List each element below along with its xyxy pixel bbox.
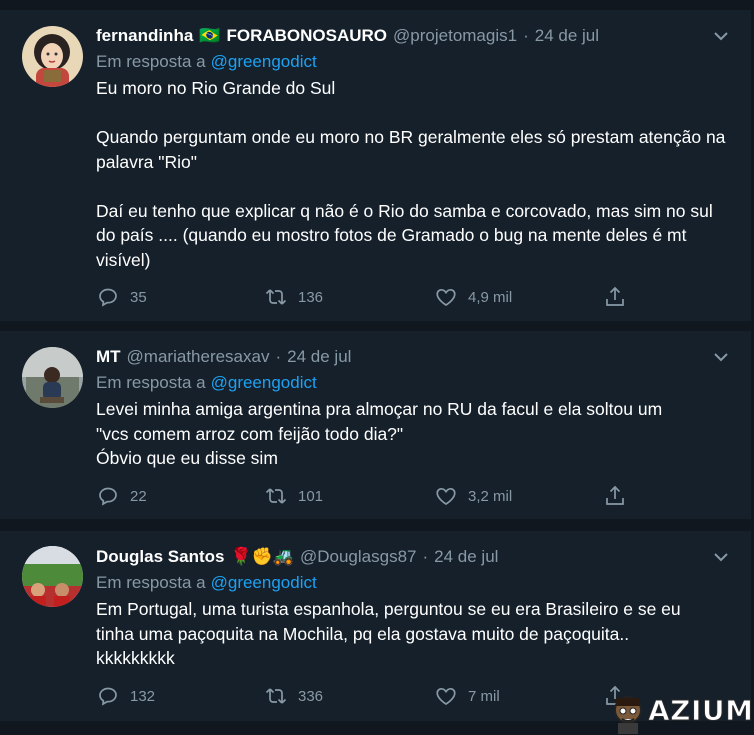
- like-button[interactable]: 4,9 mil: [434, 285, 512, 309]
- retweet-icon: [265, 289, 287, 305]
- tweet-line: "vcs comem arroz com feijão todo dia?": [96, 423, 404, 444]
- reply-icon: [99, 487, 117, 506]
- reply-to-link[interactable]: @greengodict: [211, 373, 317, 392]
- aziume-watermark: AZIUME: [606, 690, 754, 734]
- avatar[interactable]: [22, 26, 83, 87]
- tweet-text: Levei minha amiga argentina pra almoçar …: [96, 397, 736, 471]
- display-name[interactable]: fernandinha: [96, 26, 193, 46]
- reply-prefix: Em resposta a: [96, 573, 206, 592]
- avatar[interactable]: [22, 347, 83, 408]
- chevron-down-icon[interactable]: [713, 351, 729, 363]
- retweet-count: 136: [298, 288, 324, 306]
- tweet-actions: 35 136 4,9 mil: [96, 285, 656, 309]
- tweet-text: Em Portugal, uma turista espanhola, perg…: [96, 597, 736, 671]
- display-name[interactable]: Douglas Santos: [96, 547, 224, 567]
- reply-count: 35: [130, 288, 147, 306]
- tweet-date[interactable]: 24 de jul: [535, 26, 599, 46]
- retweet-icon: [265, 488, 287, 504]
- retweet-button[interactable]: 101: [264, 484, 323, 508]
- heart-icon: [436, 687, 456, 705]
- reply-prefix: Em resposta a: [96, 373, 206, 392]
- tweet[interactable]: fernandinha 🇧🇷 FORABONOSAURO @projetomag…: [0, 10, 751, 321]
- display-name[interactable]: MT: [96, 347, 121, 367]
- retweet-icon: [265, 688, 287, 704]
- tweet-line: Óbvio que eu disse sim: [96, 448, 278, 468]
- like-count: 3,2 mil: [468, 487, 513, 505]
- reply-context: Em resposta a @greengodict: [96, 52, 317, 72]
- display-name-suffix[interactable]: FORABONOSAURO: [226, 26, 387, 46]
- tweet-line: Em Portugal, uma turista espanhola, perg…: [96, 599, 681, 619]
- tweet-actions: 22 101 3,2 mil: [96, 484, 656, 508]
- chevron-down-icon[interactable]: [713, 551, 729, 563]
- user-handle[interactable]: @mariatheresaxav: [127, 347, 270, 367]
- separator: ·: [275, 347, 282, 366]
- avatar[interactable]: [22, 546, 83, 607]
- retweet-button[interactable]: 136: [264, 285, 323, 309]
- tweet-line: tinha uma paçoquita na Mochila, pq ela g…: [96, 623, 630, 644]
- share-button[interactable]: [603, 484, 637, 508]
- tweet-line: kkkkkkkkk: [96, 648, 175, 668]
- share-icon: [606, 485, 624, 505]
- reply-to-link[interactable]: @greengodict: [211, 52, 317, 71]
- reply-button[interactable]: 35: [96, 285, 147, 309]
- retweet-count: 336: [298, 687, 324, 705]
- share-icon: [606, 286, 624, 306]
- user-handle[interactable]: @Douglasgs87: [300, 547, 417, 567]
- retweet-button[interactable]: 336: [264, 684, 323, 708]
- tweet-header: fernandinha 🇧🇷 FORABONOSAURO @projetomag…: [96, 24, 599, 48]
- reply-count: 132: [130, 687, 156, 705]
- reply-to-link[interactable]: @greengodict: [211, 573, 317, 592]
- share-button[interactable]: [603, 285, 637, 309]
- reply-prefix: Em resposta a: [96, 52, 206, 71]
- tweet-header: MT @mariatheresaxav · 24 de jul: [96, 345, 351, 369]
- heart-icon: [436, 288, 456, 306]
- tweet-paragraph: Daí eu tenho que explicar q não é o Rio …: [96, 200, 713, 270]
- reply-icon: [99, 687, 117, 706]
- tweet-line: Levei minha amiga argentina pra almoçar …: [96, 399, 663, 419]
- like-count: 4,9 mil: [468, 288, 513, 306]
- user-handle[interactable]: @projetomagis1: [393, 26, 517, 46]
- tweet-paragraph: Eu moro no Rio Grande do Sul: [96, 78, 336, 98]
- like-button[interactable]: 3,2 mil: [434, 484, 512, 508]
- tweet-paragraph: Quando perguntam onde eu moro no BR gera…: [96, 127, 726, 172]
- like-button[interactable]: 7 mil: [434, 684, 500, 708]
- retweet-count: 101: [298, 487, 324, 505]
- tweet-header: Douglas Santos 🌹✊🚜 @Douglasgs87 · 24 de …: [96, 545, 498, 569]
- separator: ·: [422, 547, 429, 566]
- reply-count: 22: [130, 487, 147, 505]
- flag-emoji: 🇧🇷: [199, 26, 221, 45]
- reply-button[interactable]: 22: [96, 484, 147, 508]
- mascot-logo: [614, 696, 642, 734]
- reply-context: Em resposta a @greengodict: [96, 373, 317, 393]
- watermark-text: AZIUME: [647, 694, 754, 728]
- like-count: 7 mil: [468, 687, 500, 705]
- reply-context: Em resposta a @greengodict: [96, 573, 317, 593]
- display-name-emojis: 🌹✊🚜: [230, 547, 294, 566]
- reply-button[interactable]: 132: [96, 684, 155, 708]
- tweet-date[interactable]: 24 de jul: [287, 347, 351, 367]
- tweet-actions: 132 336 7 mil: [96, 684, 656, 708]
- tweet-text: Eu moro no Rio Grande do Sul Quando perg…: [96, 76, 736, 272]
- reply-icon: [99, 288, 117, 307]
- separator: ·: [523, 26, 529, 45]
- tweet[interactable]: MT @mariatheresaxav · 24 de jul Em respo…: [0, 331, 751, 519]
- tweet-date[interactable]: 24 de jul: [434, 547, 498, 567]
- heart-icon: [436, 487, 456, 505]
- chevron-down-icon[interactable]: [713, 30, 729, 42]
